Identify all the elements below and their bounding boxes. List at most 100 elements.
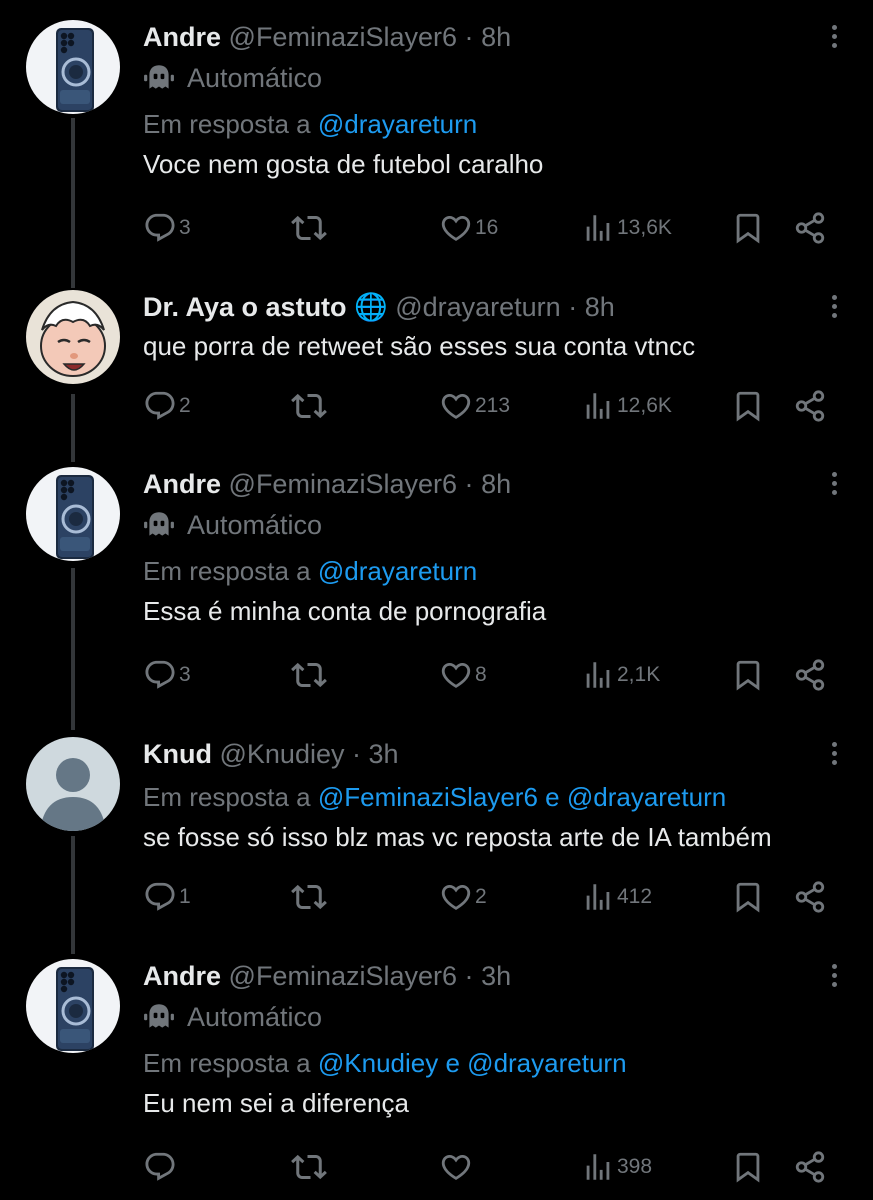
author-name[interactable]: Andre bbox=[143, 961, 221, 991]
globe-icon: 🌐 bbox=[354, 292, 388, 322]
tweet-text: Voce nem gosta de futebol caralho bbox=[143, 149, 544, 179]
thread-line bbox=[71, 568, 75, 730]
views-button[interactable]: 13,6K bbox=[581, 210, 672, 246]
reply-icon bbox=[143, 658, 177, 692]
author-handle[interactable]: @Knudiey bbox=[220, 739, 345, 769]
automated-text: Automático bbox=[187, 63, 323, 93]
bookmark-button[interactable] bbox=[731, 210, 765, 246]
retweet-button[interactable] bbox=[291, 388, 327, 424]
like-icon bbox=[439, 211, 473, 245]
reply-prefix: Em resposta a bbox=[143, 782, 311, 812]
share-button[interactable] bbox=[793, 388, 827, 424]
views-button[interactable]: 2,1K bbox=[581, 657, 660, 693]
reply-icon bbox=[143, 389, 177, 423]
separator: · bbox=[352, 739, 361, 769]
bookmark-button[interactable] bbox=[731, 388, 765, 424]
mention-joiner: e bbox=[445, 1048, 460, 1078]
timestamp[interactable]: 8h bbox=[481, 22, 511, 52]
like-button[interactable]: 2 bbox=[439, 879, 487, 915]
retweet-icon bbox=[291, 1149, 327, 1185]
retweet-icon bbox=[291, 388, 327, 424]
mention-link[interactable]: @drayareturn bbox=[567, 782, 726, 812]
separator: · bbox=[568, 292, 578, 322]
share-button[interactable] bbox=[793, 657, 827, 693]
like-icon bbox=[439, 880, 473, 914]
retweet-icon bbox=[291, 879, 327, 915]
views-icon bbox=[581, 211, 615, 245]
timestamp[interactable]: 3h bbox=[481, 961, 511, 991]
bookmark-button[interactable] bbox=[731, 1149, 765, 1185]
reply-button[interactable]: 3 bbox=[143, 210, 191, 246]
more-icon[interactable] bbox=[829, 292, 839, 322]
like-button[interactable]: 213 bbox=[439, 388, 510, 424]
author-handle[interactable]: @FeminaziSlayer6 bbox=[229, 469, 458, 499]
timestamp[interactable]: 8h bbox=[481, 469, 511, 499]
like-icon bbox=[439, 389, 473, 423]
author-name[interactable]: Andre bbox=[143, 469, 221, 499]
thread-line bbox=[71, 394, 75, 462]
bookmark-icon bbox=[731, 658, 765, 692]
like-button[interactable] bbox=[439, 1149, 475, 1185]
timestamp[interactable]: 8h bbox=[585, 292, 615, 322]
more-icon[interactable] bbox=[829, 22, 839, 52]
retweet-button[interactable] bbox=[291, 210, 327, 246]
like-count: 16 bbox=[475, 216, 499, 239]
retweet-icon bbox=[291, 657, 327, 693]
views-icon bbox=[581, 658, 615, 692]
timestamp[interactable]: 3h bbox=[369, 739, 399, 769]
reply-button[interactable]: 3 bbox=[143, 657, 191, 693]
like-button[interactable]: 16 bbox=[439, 210, 498, 246]
author-name[interactable]: Knud bbox=[143, 739, 212, 769]
mention-link[interactable]: @Knudiey bbox=[318, 1048, 438, 1078]
mention-link[interactable]: @drayareturn bbox=[318, 556, 477, 586]
automated-label: Automático bbox=[143, 505, 833, 545]
bot-icon bbox=[143, 62, 175, 94]
reply-button[interactable]: 2 bbox=[143, 388, 191, 424]
author-name[interactable]: Dr. Aya o astuto bbox=[143, 292, 347, 322]
like-icon bbox=[439, 658, 473, 692]
like-count: 213 bbox=[475, 394, 511, 417]
reply-prefix: Em resposta a bbox=[143, 1048, 311, 1078]
separator: · bbox=[464, 469, 474, 499]
separator: · bbox=[464, 22, 474, 52]
action-bar: 2 213 12,6K bbox=[143, 388, 833, 424]
mention-link[interactable]: @FeminaziSlayer6 bbox=[318, 782, 538, 812]
avatar[interactable] bbox=[26, 737, 120, 831]
more-icon[interactable] bbox=[829, 739, 839, 769]
author-handle[interactable]: @drayareturn bbox=[395, 292, 560, 322]
author-handle[interactable]: @FeminaziSlayer6 bbox=[229, 22, 458, 52]
share-button[interactable] bbox=[793, 879, 827, 915]
retweet-button[interactable] bbox=[291, 1149, 327, 1185]
reply-icon bbox=[143, 880, 177, 914]
reply-button[interactable]: 1 bbox=[143, 879, 191, 915]
avatar[interactable] bbox=[26, 959, 120, 1053]
bookmark-button[interactable] bbox=[731, 879, 765, 915]
retweet-button[interactable] bbox=[291, 657, 327, 693]
views-icon bbox=[581, 880, 615, 914]
more-icon[interactable] bbox=[829, 469, 839, 499]
reply-context: Em resposta a @FeminaziSlayer6 e @drayar… bbox=[143, 781, 833, 813]
mention-link[interactable]: @drayareturn bbox=[467, 1048, 626, 1078]
views-button[interactable]: 12,6K bbox=[581, 388, 672, 424]
author-name[interactable]: Andre bbox=[143, 22, 221, 52]
share-icon bbox=[793, 211, 827, 245]
bookmark-button[interactable] bbox=[731, 657, 765, 693]
mention-link[interactable]: @drayareturn bbox=[318, 109, 477, 139]
retweet-button[interactable] bbox=[291, 879, 327, 915]
like-count: 2 bbox=[475, 885, 487, 908]
reply-button[interactable] bbox=[143, 1149, 179, 1185]
like-button[interactable]: 8 bbox=[439, 657, 487, 693]
share-button[interactable] bbox=[793, 1149, 827, 1185]
bookmark-icon bbox=[731, 880, 765, 914]
bot-icon bbox=[143, 1001, 175, 1033]
avatar[interactable] bbox=[26, 20, 120, 114]
avatar[interactable] bbox=[26, 467, 120, 561]
views-button[interactable]: 412 bbox=[581, 879, 652, 915]
author-handle[interactable]: @FeminaziSlayer6 bbox=[229, 961, 458, 991]
reply-prefix: Em resposta a bbox=[143, 109, 311, 139]
reply-count: 3 bbox=[179, 216, 191, 239]
avatar[interactable] bbox=[26, 290, 120, 384]
share-button[interactable] bbox=[793, 210, 827, 246]
more-icon[interactable] bbox=[829, 961, 839, 991]
views-button[interactable]: 398 bbox=[581, 1149, 652, 1185]
